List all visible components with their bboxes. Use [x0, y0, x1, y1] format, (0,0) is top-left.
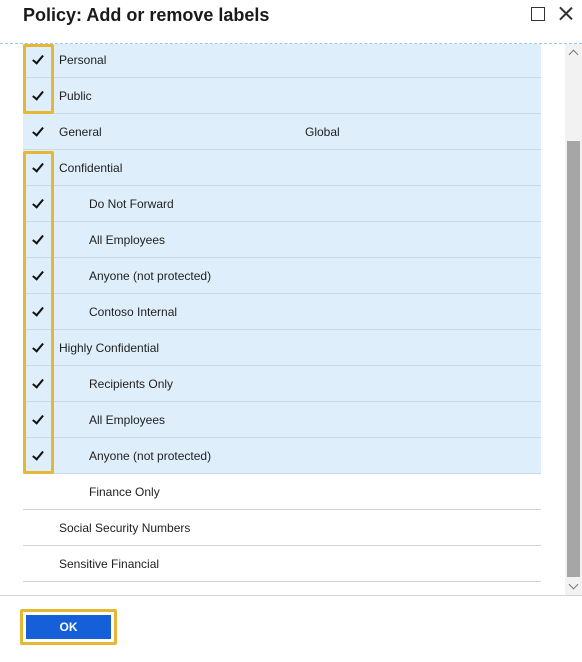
label-name: Recipients Only — [89, 377, 174, 391]
checkmark-icon[interactable] — [30, 160, 46, 176]
scrollbar-thumb[interactable] — [567, 141, 580, 577]
label-row[interactable]: Confidential — [23, 150, 541, 186]
label-name: Public — [59, 89, 92, 103]
label-row[interactable]: Anyone (not protected) — [23, 438, 541, 474]
label-row[interactable]: Public — [23, 78, 541, 114]
label-name: Confidential — [59, 161, 123, 175]
label-row[interactable]: Sensitive Financial — [23, 546, 541, 582]
label-row[interactable]: Personal — [23, 44, 541, 78]
label-row[interactable]: Social Security Numbers — [23, 510, 541, 546]
checkmark-icon[interactable] — [30, 196, 46, 212]
label-row[interactable]: All Employees — [23, 222, 541, 258]
label-name: Finance Only — [89, 485, 160, 499]
dialog-title: Policy: Add or remove labels — [23, 5, 270, 25]
ok-button[interactable]: OK — [26, 615, 111, 639]
close-icon[interactable] — [558, 6, 574, 22]
checkmark-icon[interactable] — [30, 52, 46, 68]
maximize-icon[interactable] — [530, 6, 546, 22]
checkmark-icon[interactable] — [30, 304, 46, 320]
checkmark-icon[interactable] — [30, 412, 46, 428]
dialog-footer: OK — [0, 595, 582, 662]
label-row[interactable]: Finance Only — [23, 474, 541, 510]
label-name: All Employees — [89, 413, 166, 427]
label-list: Personal Public General Global Confidential D… — [23, 44, 541, 594]
label-name: Contoso Internal — [89, 305, 178, 319]
checkmark-icon[interactable] — [30, 448, 46, 464]
label-name: General — [59, 125, 102, 139]
vertical-scrollbar[interactable] — [565, 44, 582, 595]
label-name: Social Security Numbers — [59, 521, 191, 535]
label-name: Anyone (not protected) — [89, 449, 212, 463]
checkmark-icon[interactable] — [30, 268, 46, 284]
checkmark-icon[interactable] — [30, 232, 46, 248]
checkmark-icon[interactable] — [30, 376, 46, 392]
label-row[interactable]: General Global — [23, 114, 541, 150]
checkmark-icon[interactable] — [30, 88, 46, 104]
label-name: Highly Confidential — [59, 341, 160, 355]
checkmark-icon[interactable] — [30, 340, 46, 356]
scroll-down-arrow-icon[interactable] — [565, 579, 582, 595]
label-name: Personal — [59, 53, 107, 67]
label-name: Do Not Forward — [89, 197, 174, 211]
label-row[interactable]: Highly Confidential — [23, 330, 541, 366]
scroll-up-arrow-icon[interactable] — [565, 44, 582, 60]
label-scope: Global — [305, 125, 340, 139]
label-name: All Employees — [89, 233, 166, 247]
label-row[interactable]: Do Not Forward — [23, 186, 541, 222]
label-row[interactable]: All Employees — [23, 402, 541, 438]
checkmark-icon[interactable] — [30, 124, 46, 140]
label-name: Anyone (not protected) — [89, 269, 212, 283]
label-row[interactable]: Contoso Internal — [23, 294, 541, 330]
label-row[interactable]: Anyone (not protected) — [23, 258, 541, 294]
dialog-header: Policy: Add or remove labels — [0, 0, 582, 44]
label-name: Sensitive Financial — [59, 557, 160, 571]
label-row[interactable]: Recipients Only — [23, 366, 541, 402]
